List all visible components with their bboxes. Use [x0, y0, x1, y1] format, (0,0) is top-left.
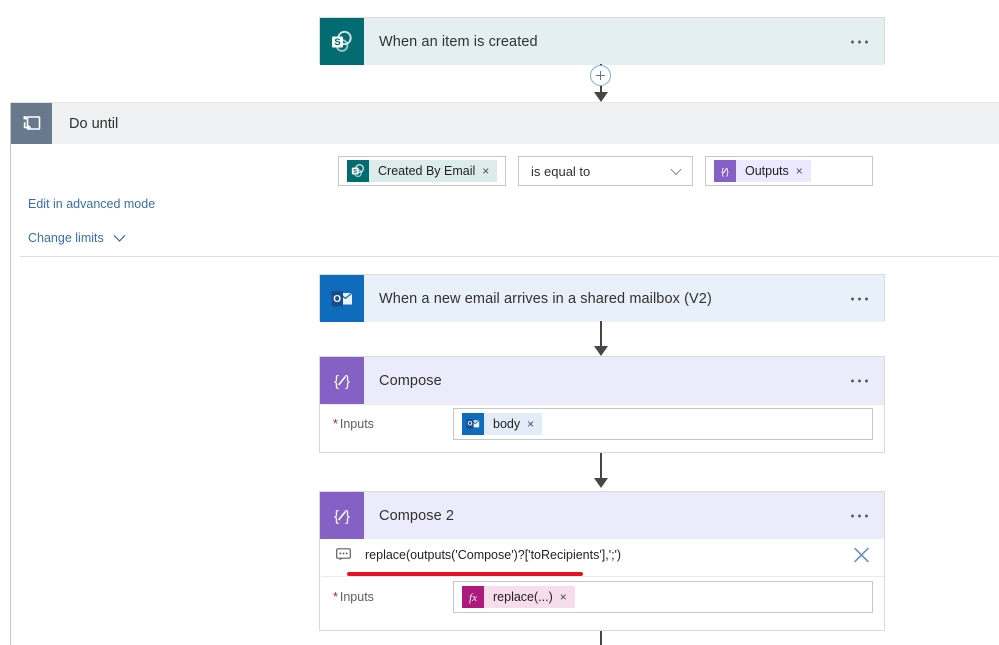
- flow-designer-canvas: S When an item is created Do until S Cre…: [0, 0, 999, 645]
- compose-braces-icon: { }: [320, 492, 364, 539]
- add-step-button[interactable]: [590, 65, 611, 86]
- token-remove-button[interactable]: ×: [796, 160, 811, 182]
- compose-braces-icon: { }: [714, 160, 736, 182]
- compose-inputs-label-row: * Inputs: [333, 417, 374, 431]
- trigger-card-when-an-item-is-created[interactable]: S When an item is created: [319, 17, 885, 65]
- expression-error-underline: [347, 572, 583, 576]
- compose-more-commands-button[interactable]: [848, 373, 871, 388]
- trigger-title: When an item is created: [379, 33, 538, 50]
- do-until-loop-icon: [11, 103, 52, 144]
- compose-braces-icon: { }: [320, 357, 364, 404]
- action-card-outlook-trigger[interactable]: O When a new email arrives in a shared m…: [319, 274, 885, 322]
- token-label: replace(...): [493, 590, 553, 604]
- inputs-label-text: Inputs: [339, 417, 374, 431]
- outlook-icon: O: [462, 413, 484, 435]
- connector-compose2-to-next: [600, 631, 602, 645]
- outlook-card-header[interactable]: O When a new email arrives in a shared m…: [320, 275, 884, 322]
- do-until-title: Do until: [69, 115, 119, 132]
- compose-inputs-label: * Inputs: [333, 417, 374, 431]
- outlook-icon: O: [320, 275, 364, 322]
- expression-text: replace(outputs('Compose')?['toRecipient…: [365, 547, 622, 562]
- outlook-more-commands-button[interactable]: [848, 291, 871, 306]
- scope-divider: [20, 256, 999, 257]
- token-label: Created By Email: [378, 164, 476, 178]
- token-remove-button[interactable]: ×: [482, 160, 497, 182]
- token-label: Outputs: [745, 164, 789, 178]
- action-card-compose-2[interactable]: { } Compose 2 replace(outputs('Compose')…: [319, 491, 885, 631]
- svg-text:fx: fx: [469, 592, 477, 604]
- token-replace-expression[interactable]: fx replace(...) ×: [462, 586, 575, 608]
- compose-card-header[interactable]: { } Compose: [320, 357, 884, 404]
- token-label: body: [493, 417, 521, 431]
- required-indicator: *: [333, 590, 338, 604]
- inputs-label-text: Inputs: [339, 590, 374, 604]
- edit-in-advanced-mode-link[interactable]: Edit in advanced mode: [28, 197, 155, 211]
- token-outputs[interactable]: { } Outputs ×: [714, 160, 811, 182]
- compose2-more-commands-button[interactable]: [848, 508, 871, 523]
- compose-card-title: Compose: [379, 372, 442, 389]
- sharepoint-icon: S: [320, 18, 364, 65]
- change-limits-label: Change limits: [28, 231, 104, 245]
- outlook-card-title: When a new email arrives in a shared mai…: [379, 290, 712, 307]
- token-created-by-email[interactable]: S Created By Email ×: [347, 160, 498, 182]
- condition-left-operand-field[interactable]: S Created By Email ×: [338, 156, 506, 186]
- token-remove-button[interactable]: ×: [560, 586, 575, 608]
- compose-header-separator: [321, 404, 884, 405]
- compose2-inputs-field[interactable]: fx replace(...) ×: [453, 581, 873, 613]
- svg-text:S: S: [353, 169, 357, 175]
- connector-arrowhead: [594, 346, 608, 356]
- trigger-more-commands-button[interactable]: [848, 34, 871, 49]
- sharepoint-icon: S: [347, 160, 369, 182]
- required-indicator: *: [333, 417, 338, 431]
- chevron-down-icon: [670, 163, 682, 176]
- condition-operator-value: is equal to: [531, 163, 591, 179]
- action-card-compose[interactable]: { } Compose * Inputs O body ×: [319, 356, 885, 453]
- close-icon[interactable]: [853, 546, 870, 563]
- fx-expression-icon: fx: [462, 586, 484, 608]
- svg-text:O: O: [468, 421, 473, 428]
- svg-text:O: O: [333, 293, 341, 304]
- connector-arrowhead: [594, 478, 608, 488]
- do-until-header[interactable]: Do until: [11, 103, 999, 144]
- svg-text:S: S: [334, 37, 340, 48]
- compose2-card-header[interactable]: { } Compose 2: [320, 492, 884, 539]
- chevron-down-icon: [113, 234, 126, 242]
- compose2-inputs-label: * Inputs: [333, 590, 374, 604]
- compose2-inputs-label-row: * Inputs: [333, 590, 374, 604]
- compose-inputs-field[interactable]: O body ×: [453, 408, 873, 440]
- token-remove-button[interactable]: ×: [527, 413, 542, 435]
- tooltip-balloon-icon: [321, 548, 365, 561]
- expression-preview-row[interactable]: replace(outputs('Compose')?['toRecipient…: [321, 533, 884, 577]
- condition-operator-dropdown[interactable]: is equal to: [518, 156, 693, 186]
- token-body[interactable]: O body ×: [462, 413, 543, 435]
- trigger-card-header[interactable]: S When an item is created: [320, 18, 884, 65]
- condition-right-operand-field[interactable]: { } Outputs ×: [705, 156, 873, 186]
- change-limits-toggle[interactable]: Change limits: [28, 231, 126, 245]
- compose2-card-title: Compose 2: [379, 507, 455, 524]
- connector-arrowhead: [594, 92, 608, 102]
